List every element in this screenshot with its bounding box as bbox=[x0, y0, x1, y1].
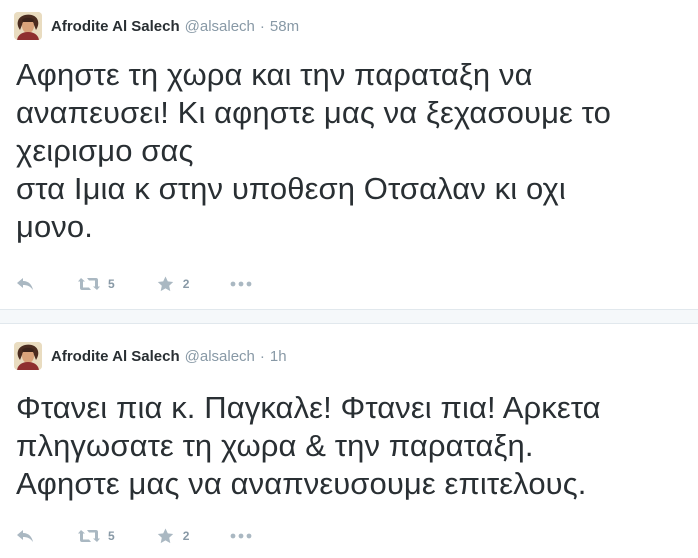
tweet-text-line: Φτανει πια κ. Παγκαλε! Φτανει πια! Αρκετ… bbox=[16, 390, 601, 425]
avatar[interactable] bbox=[14, 342, 42, 370]
tweet-text-line: χειρισμο σας bbox=[16, 133, 194, 168]
star-icon bbox=[157, 276, 173, 292]
author-name[interactable]: Afrodite Al Salech bbox=[51, 348, 180, 365]
retweet-icon bbox=[78, 530, 100, 542]
more-button[interactable] bbox=[230, 281, 252, 287]
favorite-button[interactable]: 2 bbox=[157, 528, 190, 544]
tweet-text: Αφηστε τη χωρα και την παραταξη να αναπε… bbox=[16, 56, 686, 246]
tweet-text-line: αναπευσει! Κι αφηστε μας να ξεχασουμε το bbox=[16, 95, 611, 130]
tweet-text-line: Αφηστε τη χωρα και την παραταξη να bbox=[16, 57, 533, 92]
tweet-text: Φτανει πια κ. Παγκαλε! Φτανει πια! Αρκετ… bbox=[16, 389, 686, 503]
retweet-count: 5 bbox=[108, 277, 115, 291]
reply-icon bbox=[17, 278, 33, 290]
retweet-count: 5 bbox=[108, 529, 115, 543]
separator-dot: · bbox=[259, 17, 265, 35]
tweet-text-line: μονο. bbox=[16, 209, 93, 244]
reply-button[interactable] bbox=[16, 529, 34, 543]
retweet-icon bbox=[78, 278, 100, 290]
author-handle[interactable]: @alsalech bbox=[185, 348, 255, 365]
favorite-count: 2 bbox=[182, 529, 190, 543]
tweet-actions: 5 2 bbox=[16, 274, 252, 294]
avatar[interactable] bbox=[14, 12, 42, 40]
tweet-timestamp[interactable]: 1h bbox=[270, 348, 287, 365]
more-icon bbox=[230, 281, 252, 287]
tweet-header: Afrodite Al Salech @alsalech · 1h bbox=[14, 342, 287, 370]
reply-button[interactable] bbox=[16, 277, 34, 291]
author-handle[interactable]: @alsalech bbox=[185, 18, 255, 35]
favorite-button[interactable]: 2 bbox=[157, 276, 190, 292]
tweet-separator bbox=[0, 310, 698, 324]
tweet[interactable]: Afrodite Al Salech @alsalech · 58m Αφηστ… bbox=[0, 0, 698, 310]
tweet-text-line: πληγωσατε τη χωρα & την παραταξη. bbox=[16, 428, 534, 463]
separator-dot: · bbox=[259, 347, 265, 365]
tweet-header: Afrodite Al Salech @alsalech · 58m bbox=[14, 12, 299, 40]
favorite-count: 2 bbox=[182, 277, 190, 291]
more-button[interactable] bbox=[230, 533, 252, 539]
star-icon bbox=[157, 528, 173, 544]
more-icon bbox=[230, 533, 252, 539]
retweet-button[interactable]: 5 bbox=[78, 277, 115, 291]
reply-icon bbox=[17, 530, 33, 542]
author-name[interactable]: Afrodite Al Salech bbox=[51, 18, 180, 35]
tweet-text-line: στα Ιμια κ στην υποθεση Οτσαλαν κι οχι bbox=[16, 171, 566, 206]
retweet-button[interactable]: 5 bbox=[78, 529, 115, 543]
tweet-timestamp[interactable]: 58m bbox=[270, 18, 299, 35]
tweet-actions: 5 2 bbox=[16, 526, 252, 546]
tweet-text-line: Αφηστε μας να αναπνευσουμε επιτελους. bbox=[16, 466, 587, 501]
